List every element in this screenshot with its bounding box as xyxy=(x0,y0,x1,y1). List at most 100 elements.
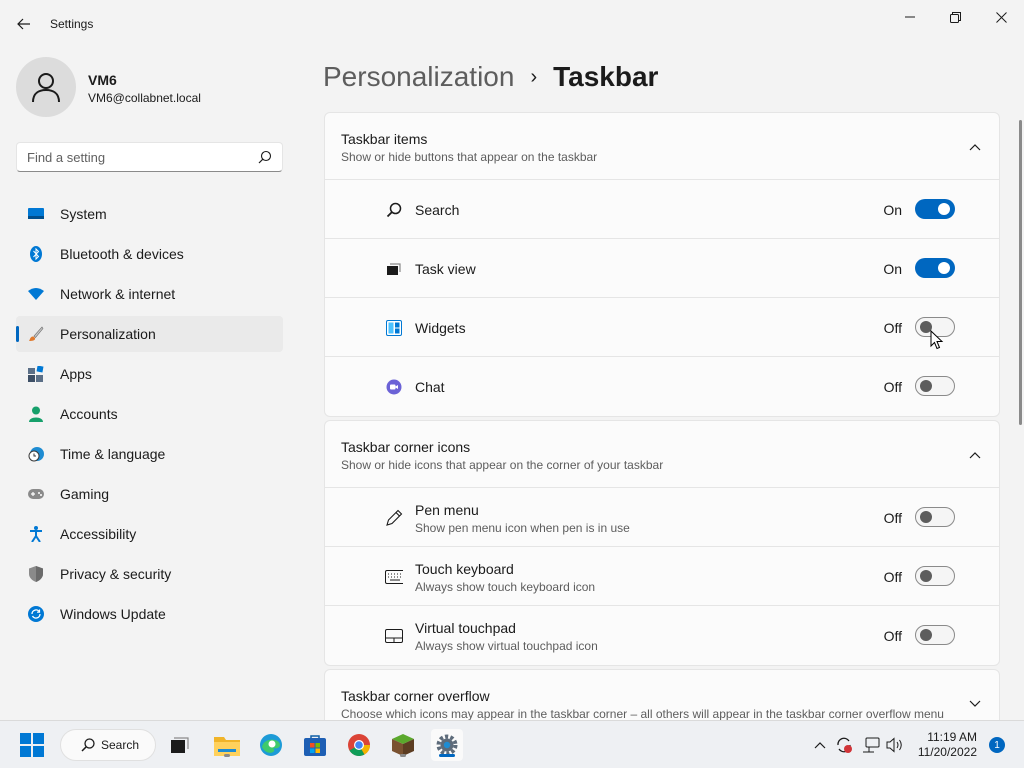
sidebar-item-privacy[interactable]: Privacy & security xyxy=(16,556,283,592)
breadcrumb-parent[interactable]: Personalization xyxy=(323,61,514,93)
task-view-button[interactable] xyxy=(164,729,196,761)
sidebar-item-time-language[interactable]: Time & language xyxy=(16,436,283,472)
taskbar-search[interactable]: Search xyxy=(60,729,156,761)
sync-status-button[interactable] xyxy=(834,735,854,755)
chat-toggle[interactable] xyxy=(915,376,955,396)
find-setting-box[interactable] xyxy=(16,142,283,172)
task-view-toggle[interactable] xyxy=(915,258,955,278)
touchpad-icon xyxy=(385,627,403,645)
show-hidden-icons-button[interactable] xyxy=(810,735,830,755)
corner-item-pen-menu: Pen menu Show pen menu icon when pen is … xyxy=(325,488,999,547)
restore-button[interactable] xyxy=(937,6,973,28)
chrome-button[interactable] xyxy=(343,729,375,761)
section-subtitle: Show or hide icons that appear on the co… xyxy=(341,458,664,472)
chat-icon xyxy=(385,378,403,396)
edge-button[interactable] xyxy=(255,729,287,761)
sidebar-item-accessibility[interactable]: Accessibility xyxy=(16,516,283,552)
search-icon[interactable] xyxy=(258,150,272,164)
volume-button[interactable] xyxy=(885,735,905,755)
start-button[interactable] xyxy=(16,729,48,761)
avatar[interactable] xyxy=(16,57,76,117)
clock-globe-icon xyxy=(28,446,44,462)
sidebar-item-label: Apps xyxy=(60,366,92,382)
edge-icon xyxy=(260,734,282,756)
search-input[interactable] xyxy=(17,143,237,171)
pen-icon xyxy=(385,509,403,527)
notification-badge[interactable]: 1 xyxy=(989,737,1005,753)
chevron-up-icon[interactable] xyxy=(967,447,983,463)
folder-icon xyxy=(214,737,240,756)
clock[interactable]: 11:19 AM 11/20/2022 xyxy=(918,730,977,760)
row-label: Touch keyboard xyxy=(415,561,514,577)
network-icon xyxy=(863,737,880,753)
taskbar-items-section: Taskbar items Show or hide buttons that … xyxy=(324,112,1000,417)
sidebar-item-label: Network & internet xyxy=(60,286,176,302)
search-toggle[interactable] xyxy=(915,199,955,219)
file-explorer-button[interactable] xyxy=(211,729,243,761)
chevron-up-icon xyxy=(814,742,826,749)
chevron-up-icon[interactable] xyxy=(967,139,983,155)
close-icon xyxy=(995,11,1007,23)
system-icon xyxy=(28,206,44,222)
minimize-icon xyxy=(905,16,915,18)
sidebar-item-system[interactable]: System xyxy=(16,196,283,232)
row-label: Virtual touchpad xyxy=(415,620,516,636)
active-indicator xyxy=(439,754,455,757)
sidebar-item-gaming[interactable]: Gaming xyxy=(16,476,283,512)
toggle-state: Off xyxy=(883,379,902,395)
toggle-knob xyxy=(920,629,932,641)
toggle-knob xyxy=(920,511,932,523)
sidebar-item-label: Accessibility xyxy=(60,526,137,542)
toggle-state: Off xyxy=(883,510,902,526)
running-indicator xyxy=(400,754,406,757)
corner-item-touch-keyboard: Touch keyboard Always show touch keyboar… xyxy=(325,547,999,606)
taskbar-corner-icons-header[interactable]: Taskbar corner icons Show or hide icons … xyxy=(325,421,999,488)
update-icon xyxy=(28,606,44,622)
sync-error-icon xyxy=(837,737,852,753)
task-view-icon xyxy=(385,260,403,278)
sidebar-item-label: Windows Update xyxy=(60,606,166,622)
network-button[interactable] xyxy=(861,735,881,755)
mouse-cursor-icon xyxy=(930,330,944,350)
sidebar-item-label: Personalization xyxy=(60,326,156,342)
sidebar-item-apps[interactable]: Apps xyxy=(16,356,283,392)
sidebar-item-personalization[interactable]: Personalization xyxy=(16,316,283,352)
sidebar-item-windows-update[interactable]: Windows Update xyxy=(16,596,283,632)
toggle-knob xyxy=(938,262,950,274)
pen-menu-toggle[interactable] xyxy=(915,507,955,527)
sidebar-item-network[interactable]: Network & internet xyxy=(16,276,283,312)
virtual-touchpad-toggle[interactable] xyxy=(915,625,955,645)
store-icon xyxy=(304,735,326,756)
taskbar: Search 11:19 AM 11/20/2022 1 xyxy=(0,720,1024,768)
taskbar-items-header[interactable]: Taskbar items Show or hide buttons that … xyxy=(325,113,999,180)
touch-keyboard-toggle[interactable] xyxy=(915,566,955,586)
clock-date: 11/20/2022 xyxy=(917,745,977,759)
row-description: Show pen menu icon when pen is in use xyxy=(415,521,630,535)
close-button[interactable] xyxy=(983,6,1019,28)
wifi-icon xyxy=(28,286,44,302)
accounts-icon xyxy=(28,406,44,422)
section-subtitle: Choose which icons may appear in the tas… xyxy=(341,707,944,721)
scrollbar-thumb[interactable] xyxy=(1019,120,1022,425)
apps-icon xyxy=(28,366,44,382)
chevron-down-icon[interactable] xyxy=(967,696,983,712)
search-icon xyxy=(81,738,95,752)
brush-icon xyxy=(28,326,44,342)
minecraft-button[interactable] xyxy=(387,729,419,761)
taskbar-item-task-view: Task view On xyxy=(325,239,999,298)
minimize-button[interactable] xyxy=(892,6,928,28)
back-button[interactable] xyxy=(12,12,36,36)
store-button[interactable] xyxy=(299,729,331,761)
row-label: Pen menu xyxy=(415,502,479,518)
back-arrow-icon xyxy=(17,18,30,30)
breadcrumb-separator: › xyxy=(530,65,538,88)
settings-button[interactable] xyxy=(431,729,463,761)
sidebar-item-accounts[interactable]: Accounts xyxy=(16,396,283,432)
window-title: Settings xyxy=(50,17,94,31)
breadcrumb: Personalization › Taskbar xyxy=(323,57,658,97)
section-title: Taskbar items xyxy=(341,131,428,147)
taskbar-corner-icons-section: Taskbar corner icons Show or hide icons … xyxy=(324,420,1000,666)
row-label: Widgets xyxy=(415,320,466,336)
sidebar-item-bluetooth[interactable]: Bluetooth & devices xyxy=(16,236,283,272)
shield-icon xyxy=(28,566,44,582)
